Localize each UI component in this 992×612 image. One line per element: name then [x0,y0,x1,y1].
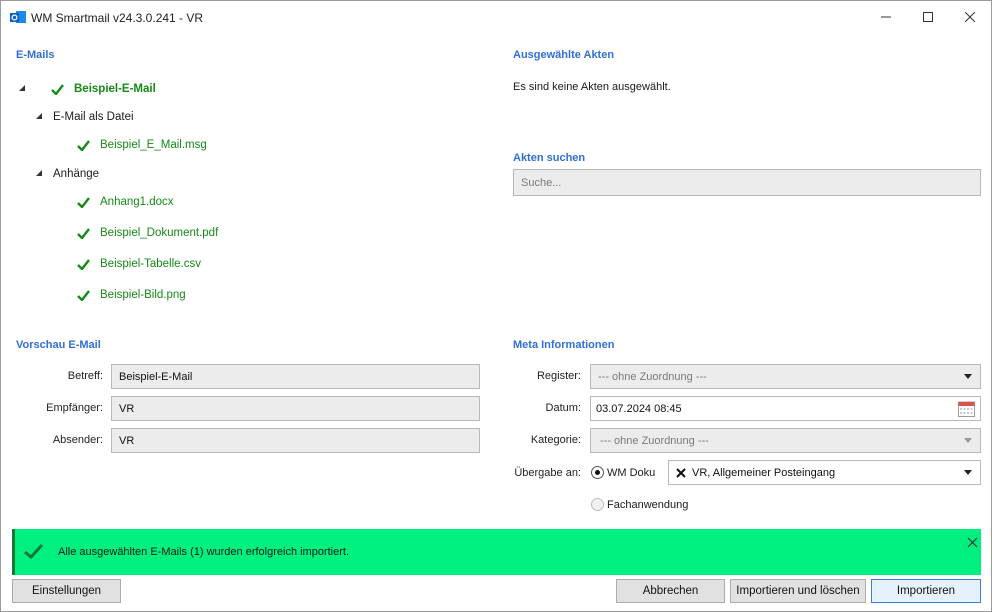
outlook-app-icon [10,11,26,23]
meta-heading: Meta Informationen [513,339,615,351]
banner-accent-bar [12,529,15,575]
x-checkbox-icon[interactable] [676,467,686,478]
tree-group-label: Anhänge [53,168,100,180]
category-value: --- ohne Zuordnung --- [600,434,709,447]
tree-group-email-file[interactable]: E-Mail als Datei [53,107,134,127]
sender-field[interactable]: VR [111,428,480,453]
calendar-icon[interactable] [958,401,975,417]
radio-fachanwendung[interactable] [591,498,604,511]
date-value: 03.07.2024 08:45 [596,402,682,415]
date-label: Datum: [545,402,581,414]
tree-item-attachment[interactable]: Anhang1.docx [77,192,174,212]
banner-message: Alle ausgewählten E-Mails (1) wurden erf… [58,546,350,558]
tree-item-label: Beispiel_Dokument.pdf [100,227,219,239]
collapse-triangle-icon[interactable] [34,111,44,121]
register-label: Register: [536,370,581,382]
search-files-heading: Akten suchen [513,152,586,164]
tree-item-label: Beispiel-Tabelle.csv [100,258,201,270]
tree-item-label: Anhang1.docx [100,196,174,208]
maximize-button[interactable] [905,1,951,33]
date-picker[interactable]: 03.07.2024 08:45 [590,396,981,421]
selected-files-heading: Ausgewählte Akten [513,49,615,61]
app-window: WM Smartmail v24.3.0.241 - VR E-Mails Be… [0,0,992,612]
preview-heading: Vorschau E-Mail [16,339,101,351]
radio-fachanwendung-label[interactable]: Fachanwendung [607,499,688,511]
import-button[interactable]: Importieren [871,579,981,603]
title-bar: WM Smartmail v24.3.0.241 - VR [1,1,991,33]
tree-item-attachment[interactable]: Beispiel-Tabelle.csv [77,254,201,274]
check-icon [24,544,43,559]
chevron-down-icon [964,470,972,475]
check-icon [77,289,90,301]
collapse-triangle-icon[interactable] [17,83,27,93]
emails-heading: E-Mails [16,49,55,61]
tree-group-label: E-Mail als Datei [53,111,134,123]
tree-item-msg-file[interactable]: Beispiel_E_Mail.msg [77,135,207,155]
selected-files-empty-text: Es sind keine Akten ausgewählt. [513,81,671,93]
import-and-delete-button[interactable]: Importieren und löschen [730,579,866,603]
close-button[interactable] [947,1,992,33]
recipient-label: Empfänger: [46,402,103,414]
tree-item-label: Beispiel_E_Mail.msg [100,139,207,151]
subject-value: Beispiel-E-Mail [119,370,193,383]
check-icon [77,139,90,151]
close-icon[interactable] [967,537,978,548]
radio-wm-doku-label[interactable]: WM Doku [607,467,655,479]
sender-value: VR [119,434,135,447]
register-dropdown[interactable]: --- ohne Zuordnung --- [590,364,981,389]
tree-item-attachment[interactable]: Beispiel_Dokument.pdf [77,223,218,243]
chevron-down-icon [964,438,972,443]
tree-item-attachment[interactable]: Beispiel-Bild.png [77,285,186,305]
window-title: WM Smartmail v24.3.0.241 - VR [31,11,204,25]
tree-item-label: Beispiel-Bild.png [100,289,186,301]
tree-item-email-root[interactable]: Beispiel-E-Mail [51,79,156,99]
close-icon [965,12,975,22]
chevron-down-icon [964,374,972,379]
category-label: Kategorie: [530,434,581,446]
subject-field[interactable]: Beispiel-E-Mail [111,364,480,389]
settings-button[interactable]: Einstellungen [12,579,121,603]
check-icon [51,83,64,95]
cancel-button[interactable]: Abbrechen [616,579,725,603]
tree-group-attachments[interactable]: Anhänge [53,164,99,184]
search-placeholder: Suche... [521,176,562,189]
radio-wm-doku[interactable] [591,466,604,479]
recipient-field[interactable]: VR [111,396,480,421]
category-dropdown[interactable]: --- ohne Zuordnung --- [590,428,981,453]
maximize-icon [923,12,933,22]
sender-label: Absender: [52,434,103,446]
check-icon [77,227,90,239]
search-input[interactable]: Suche... [513,169,981,196]
doku-target-value: VR, Allgemeiner Posteingang [692,466,836,479]
doku-target-dropdown[interactable]: VR, Allgemeiner Posteingang [668,460,981,485]
tree-item-label: Beispiel-E-Mail [74,83,156,95]
success-banner: Alle ausgewählten E-Mails (1) wurden erf… [12,529,981,575]
minimize-button[interactable] [863,1,909,33]
subject-label: Betreff: [67,370,103,382]
handover-label: Übergabe an: [514,467,581,479]
check-icon [77,258,90,270]
register-value: --- ohne Zuordnung --- [598,370,707,383]
collapse-triangle-icon[interactable] [34,168,44,178]
check-icon [77,196,90,208]
minimize-icon [881,16,891,18]
recipient-value: VR [119,402,135,415]
